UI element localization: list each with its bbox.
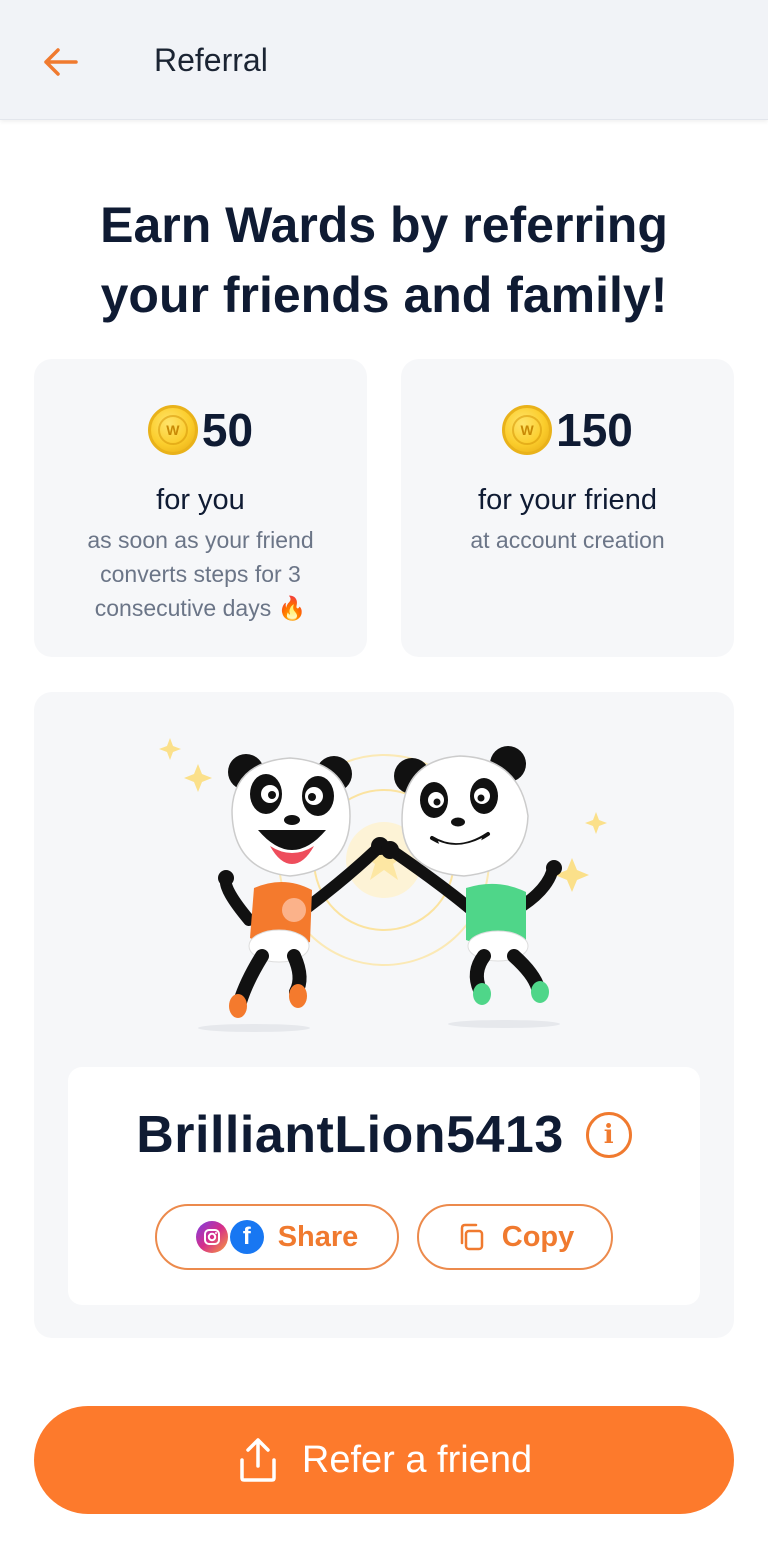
share-button[interactable]: f Share bbox=[155, 1204, 399, 1270]
copy-button[interactable]: Copy bbox=[417, 1204, 613, 1270]
referral-actions: f Share Copy bbox=[68, 1204, 700, 1270]
share-label: Share bbox=[277, 1220, 359, 1253]
copy-icon bbox=[460, 1223, 483, 1251]
app-bar: Referral bbox=[0, 0, 768, 120]
reward-amount-row: W 150 bbox=[401, 403, 734, 457]
referral-code-card: BrilliantLion5413 i f Share Copy bbox=[68, 1067, 700, 1305]
arrow-left-icon bbox=[44, 48, 78, 76]
refer-a-friend-label: Refer a friend bbox=[301, 1438, 533, 1481]
share-upload-icon bbox=[240, 1438, 276, 1482]
page-title: Referral bbox=[154, 42, 268, 78]
copy-label: Copy bbox=[501, 1220, 575, 1253]
instagram-icon bbox=[195, 1221, 228, 1253]
reward-card-you: W 50 for you as soon as your friend conv… bbox=[34, 359, 367, 657]
social-icons: f bbox=[195, 1220, 264, 1254]
referral-code[interactable]: BrilliantLion5413 bbox=[136, 1105, 564, 1165]
facebook-icon: f bbox=[229, 1220, 264, 1254]
headline: Earn Wards by referring your friends and… bbox=[100, 197, 668, 323]
coin-icon: W bbox=[147, 405, 198, 455]
reward-description: as soon as your friend converts steps fo… bbox=[87, 527, 314, 621]
referral-code-row: BrilliantLion5413 i bbox=[68, 1105, 700, 1165]
reward-card-friend: W 150 for your friend at account creatio… bbox=[401, 359, 734, 657]
info-icon[interactable]: i bbox=[585, 1112, 632, 1158]
reward-amount-row: W 50 bbox=[34, 403, 367, 457]
coin-icon: W bbox=[502, 405, 553, 455]
reward-amount: 150 bbox=[556, 404, 633, 456]
back-button[interactable] bbox=[34, 38, 86, 86]
pandas-high-five-illustration bbox=[159, 738, 607, 1032]
reward-amount: 50 bbox=[201, 404, 254, 456]
reward-label: for you bbox=[156, 484, 245, 516]
referral-panel: BrilliantLion5413 i f Share Copy bbox=[34, 692, 734, 1338]
reward-label: for your friend bbox=[478, 484, 657, 516]
refer-a-friend-button[interactable]: Refer a friend bbox=[34, 1406, 734, 1514]
reward-description: at account creation bbox=[470, 527, 665, 553]
